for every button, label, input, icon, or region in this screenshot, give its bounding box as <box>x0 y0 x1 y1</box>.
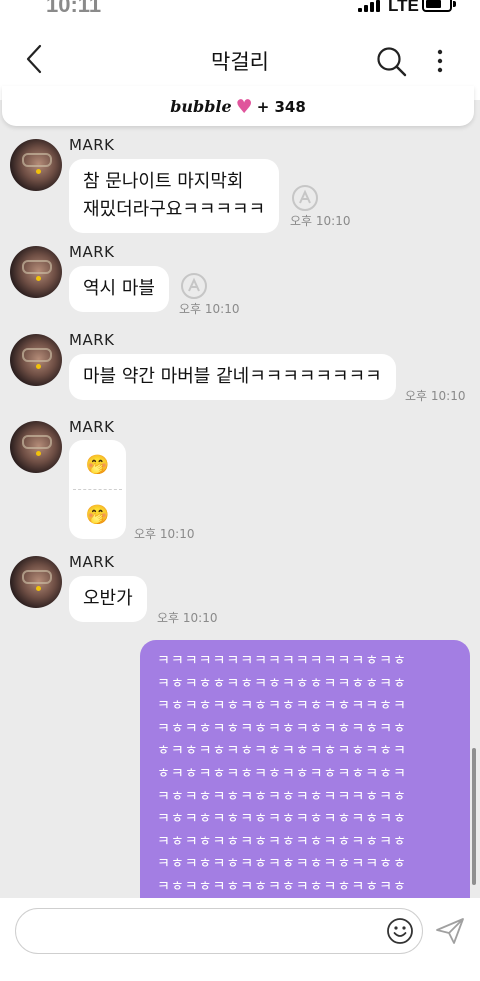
message-input[interactable] <box>15 908 423 954</box>
message-line: ㅋㅎㅋㅎㅋㅎㅋㅎㅋㅎㅋㅎㅋㅎㅋㅎㅋㅎ <box>157 720 407 737</box>
heart-icon: ♥ <box>235 96 253 118</box>
translate-icon[interactable] <box>290 183 320 213</box>
sender-name: MARK <box>69 243 115 261</box>
chat-title: 막걸리 <box>211 50 269 74</box>
send-icon[interactable] <box>434 917 466 945</box>
message-time: 오후 10:10 <box>157 611 218 625</box>
message-bubble[interactable]: 역시 마블 <box>69 266 169 312</box>
message-line: 오반가 <box>83 588 133 609</box>
message-bubble[interactable]: 참 문나이트 마지막회 재밌더라구요ㅋㅋㅋㅋㅋ <box>69 159 280 233</box>
network-type: LTE <box>388 0 419 15</box>
message-line: ㅋㅋㅋㅋㅋㅋㅋㅋㅋㅋㅋㅋㅋㅋㅋㅎㅋㅎ <box>157 653 407 669</box>
bubble-brand: bubble <box>170 97 232 116</box>
signal-icon <box>358 0 382 12</box>
smile-icon[interactable] <box>386 917 414 945</box>
translate-icon[interactable] <box>179 271 209 301</box>
status-time: 10:11 <box>46 0 102 17</box>
composer-bar <box>0 898 480 981</box>
battery-tip <box>453 1 456 7</box>
bubble-subscriber-bar: bubble ♥ + 348 <box>2 86 474 126</box>
sender-name: MARK <box>69 331 115 349</box>
message-line: 역시 마블 <box>83 278 155 299</box>
avatar[interactable] <box>10 421 62 473</box>
emoji: 🤭 <box>85 503 110 526</box>
message-line: ㅋㅎㅋㅎㅋㅎㅋㅎㅋㅎㅋㅎㅋㅎㅋㅋㅎㅎ <box>157 856 407 873</box>
message-line: ㅋㅎㅋㅎㅋㅎㅋㅎㅋㅎㅋㅎㅋㅎㅋㅎㅋㅎ <box>157 811 407 828</box>
message-line: 마블 약간 마버블 같네ㅋㅋㅋㅋㅋㅋㅋㅋ <box>83 366 382 387</box>
avatar[interactable] <box>10 139 62 191</box>
message-line: ㅋㅎㅋㅎㅎㅋㅎㅋㅎㅋㅎㅎㅋㅋㅎㅎㅋㅎ <box>157 675 407 692</box>
message-line: ㅎㅋㅎㅋㅎㅋㅎㅋㅎㅋㅎㅋㅎㅋㅎㅋㅎㅋ <box>157 765 407 782</box>
sender-name: MARK <box>69 418 115 436</box>
message-bubble[interactable]: 오반가 <box>69 576 147 622</box>
message-time: 오후 10:10 <box>134 527 195 541</box>
message-bubble[interactable]: 마블 약간 마버블 같네ㅋㅋㅋㅋㅋㅋㅋㅋ <box>69 354 396 400</box>
message-line: ㅋㅎㅋㅎㅋㅎㅋㅎㅋㅎㅋㅎㅋㅎㅋㅎㅋㅎ <box>157 878 407 895</box>
emoji: 🤭 <box>85 453 110 476</box>
message-line: 재밌더라구요ㅋㅋㅋㅋㅋ <box>83 199 266 220</box>
message-time: 오후 10:10 <box>179 302 240 316</box>
message-line: ㅋㅎㅋㅎㅋㅎㅋㅎㅋㅎㅋㅎㅋㅎㅋㅎㅋㅎ <box>157 833 407 850</box>
my-message-bubble[interactable]: ㅋㅋㅋㅋㅋㅋㅋㅋㅋㅋㅋㅋㅋㅋㅋㅎㅋㅎ ㅋㅎㅋㅎㅎㅋㅎㅋㅎㅋㅎㅎㅋㅋㅎㅎㅋㅎ ㅋㅎ… <box>140 640 470 910</box>
avatar[interactable] <box>10 556 62 608</box>
message-line: ㅋㅎㅋㅎㅋㅎㅋㅎㅋㅎㅋㅎㅋㅋㅋㅎㅋㅎ <box>157 788 407 805</box>
sender-name: MARK <box>69 553 115 571</box>
status-bar: 10:11 LTE <box>0 0 480 22</box>
search-icon[interactable] <box>374 44 408 78</box>
avatar[interactable] <box>10 246 62 298</box>
emoji-message-bubble[interactable]: 🤭 🤭 <box>69 440 126 539</box>
message-line: ㅎㅋㅎㅋㅎㅋㅎㅋㅎㅋㅎㅋㅎㅋㅎㅋㅎㅋ <box>157 743 407 760</box>
avatar[interactable] <box>10 334 62 386</box>
more-vertical-icon[interactable] <box>430 46 450 76</box>
scrollbar[interactable] <box>472 748 476 885</box>
message-line: ㅋㅎㅋㅎㅋㅎㅋㅎㅋㅎㅋㅎㅋㅎㅋㅋㅎㅋ <box>157 698 407 715</box>
message-line: 참 문나이트 마지막회 <box>83 171 244 192</box>
message-time: 오후 10:10 <box>405 389 466 403</box>
sender-name: MARK <box>69 136 115 154</box>
battery-icon <box>422 0 452 12</box>
subscriber-count: + 348 <box>256 98 306 116</box>
message-time: 오후 10:10 <box>290 214 351 228</box>
